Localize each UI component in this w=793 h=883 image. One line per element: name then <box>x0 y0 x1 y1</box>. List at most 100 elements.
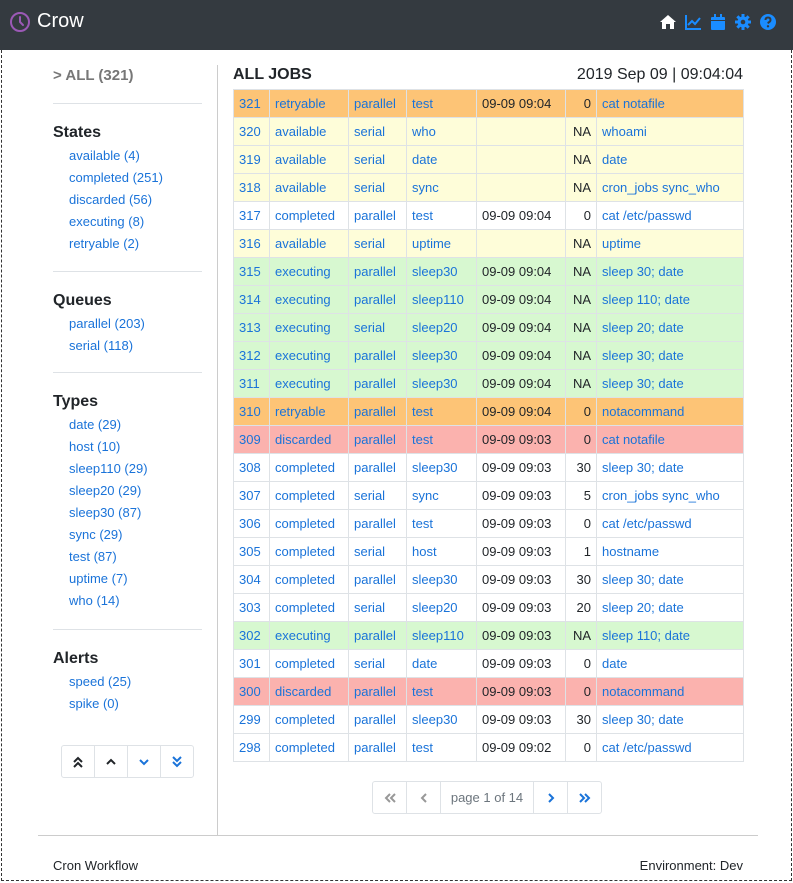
job-state-cell[interactable]: completed <box>269 481 349 510</box>
job-state-cell[interactable]: executing <box>269 257 349 286</box>
job-command-cell[interactable]: notacommand <box>596 677 744 706</box>
job-id-cell[interactable]: 310 <box>233 397 270 426</box>
job-type-cell[interactable]: sleep30 <box>406 705 477 734</box>
queue-item-serial[interactable]: serial (118) <box>69 335 145 357</box>
job-queue-cell[interactable]: serial <box>348 173 407 202</box>
job-queue-cell[interactable]: serial <box>348 593 407 622</box>
double-chevron-up-icon[interactable] <box>62 746 95 777</box>
job-id-cell[interactable]: 319 <box>233 145 270 174</box>
job-queue-cell[interactable]: parallel <box>348 397 407 426</box>
job-queue-cell[interactable]: serial <box>348 117 407 146</box>
job-id-cell[interactable]: 311 <box>233 369 270 398</box>
type-item-sleep20[interactable]: sleep20 (29) <box>69 480 148 502</box>
state-item-available[interactable]: available (4) <box>69 145 163 167</box>
state-item-retryable[interactable]: retryable (2) <box>69 233 163 255</box>
job-type-cell[interactable]: test <box>406 397 477 426</box>
job-id-cell[interactable]: 306 <box>233 509 270 538</box>
job-queue-cell[interactable]: serial <box>348 145 407 174</box>
job-command-cell[interactable]: whoami <box>596 117 744 146</box>
job-id-cell[interactable]: 313 <box>233 313 270 342</box>
job-id-cell[interactable]: 314 <box>233 285 270 314</box>
job-id-cell[interactable]: 304 <box>233 565 270 594</box>
job-queue-cell[interactable]: parallel <box>348 341 407 370</box>
type-item-sync[interactable]: sync (29) <box>69 524 148 546</box>
job-state-cell[interactable]: discarded <box>269 425 349 454</box>
job-state-cell[interactable]: completed <box>269 453 349 482</box>
job-command-cell[interactable]: cat /etc/passwd <box>596 733 744 762</box>
prev-page-icon[interactable] <box>407 782 441 813</box>
job-state-cell[interactable]: available <box>269 229 349 258</box>
job-queue-cell[interactable]: parallel <box>348 621 407 650</box>
job-state-cell[interactable]: completed <box>269 565 349 594</box>
job-state-cell[interactable]: executing <box>269 621 349 650</box>
job-state-cell[interactable]: available <box>269 117 349 146</box>
job-queue-cell[interactable]: parallel <box>348 509 407 538</box>
job-queue-cell[interactable]: parallel <box>348 565 407 594</box>
job-queue-cell[interactable]: serial <box>348 229 407 258</box>
job-id-cell[interactable]: 317 <box>233 201 270 230</box>
job-type-cell[interactable]: date <box>406 145 477 174</box>
job-id-cell[interactable]: 307 <box>233 481 270 510</box>
type-item-uptime[interactable]: uptime (7) <box>69 568 148 590</box>
job-command-cell[interactable]: sleep 110; date <box>596 621 744 650</box>
job-command-cell[interactable]: date <box>596 649 744 678</box>
job-state-cell[interactable]: executing <box>269 369 349 398</box>
queue-item-parallel[interactable]: parallel (203) <box>69 313 145 335</box>
job-id-cell[interactable]: 315 <box>233 257 270 286</box>
type-item-test[interactable]: test (87) <box>69 546 148 568</box>
job-state-cell[interactable]: completed <box>269 733 349 762</box>
job-type-cell[interactable]: test <box>406 201 477 230</box>
job-queue-cell[interactable]: parallel <box>348 369 407 398</box>
job-type-cell[interactable]: sleep20 <box>406 593 477 622</box>
state-item-executing[interactable]: executing (8) <box>69 211 163 233</box>
job-command-cell[interactable]: cat notafile <box>596 89 744 118</box>
type-item-who[interactable]: who (14) <box>69 590 148 612</box>
job-id-cell[interactable]: 308 <box>233 453 270 482</box>
job-type-cell[interactable]: sleep110 <box>406 285 477 314</box>
job-type-cell[interactable]: uptime <box>406 229 477 258</box>
job-type-cell[interactable]: test <box>406 733 477 762</box>
state-item-discarded[interactable]: discarded (56) <box>69 189 163 211</box>
job-state-cell[interactable]: executing <box>269 285 349 314</box>
alert-item-speed[interactable]: speed (25) <box>69 671 131 693</box>
job-command-cell[interactable]: sleep 30; date <box>596 453 744 482</box>
gear-icon[interactable] <box>734 13 752 31</box>
job-id-cell[interactable]: 312 <box>233 341 270 370</box>
job-type-cell[interactable]: sleep30 <box>406 565 477 594</box>
job-id-cell[interactable]: 301 <box>233 649 270 678</box>
job-state-cell[interactable]: available <box>269 145 349 174</box>
job-id-cell[interactable]: 303 <box>233 593 270 622</box>
job-queue-cell[interactable]: serial <box>348 649 407 678</box>
job-id-cell[interactable]: 320 <box>233 117 270 146</box>
state-item-completed[interactable]: completed (251) <box>69 167 163 189</box>
job-type-cell[interactable]: sleep30 <box>406 369 477 398</box>
job-command-cell[interactable]: sleep 30; date <box>596 257 744 286</box>
job-command-cell[interactable]: sleep 30; date <box>596 369 744 398</box>
job-type-cell[interactable]: test <box>406 509 477 538</box>
job-type-cell[interactable]: sleep110 <box>406 621 477 650</box>
job-queue-cell[interactable]: parallel <box>348 733 407 762</box>
chart-line-icon[interactable] <box>684 13 702 31</box>
brand[interactable]: Crow <box>9 10 84 33</box>
job-queue-cell[interactable]: parallel <box>348 425 407 454</box>
job-state-cell[interactable]: executing <box>269 313 349 342</box>
job-queue-cell[interactable]: parallel <box>348 677 407 706</box>
job-id-cell[interactable]: 302 <box>233 621 270 650</box>
job-state-cell[interactable]: retryable <box>269 89 349 118</box>
job-id-cell[interactable]: 299 <box>233 705 270 734</box>
job-type-cell[interactable]: date <box>406 649 477 678</box>
job-command-cell[interactable]: sleep 20; date <box>596 593 744 622</box>
type-item-host[interactable]: host (10) <box>69 436 148 458</box>
job-command-cell[interactable]: sleep 30; date <box>596 705 744 734</box>
job-type-cell[interactable]: sleep20 <box>406 313 477 342</box>
job-queue-cell[interactable]: parallel <box>348 705 407 734</box>
job-id-cell[interactable]: 316 <box>233 229 270 258</box>
job-command-cell[interactable]: sleep 110; date <box>596 285 744 314</box>
job-type-cell[interactable]: test <box>406 677 477 706</box>
job-state-cell[interactable]: retryable <box>269 397 349 426</box>
first-page-icon[interactable] <box>373 782 407 813</box>
job-command-cell[interactable]: cat /etc/passwd <box>596 201 744 230</box>
job-command-cell[interactable]: notacommand <box>596 397 744 426</box>
job-command-cell[interactable]: cat /etc/passwd <box>596 509 744 538</box>
job-id-cell[interactable]: 309 <box>233 425 270 454</box>
